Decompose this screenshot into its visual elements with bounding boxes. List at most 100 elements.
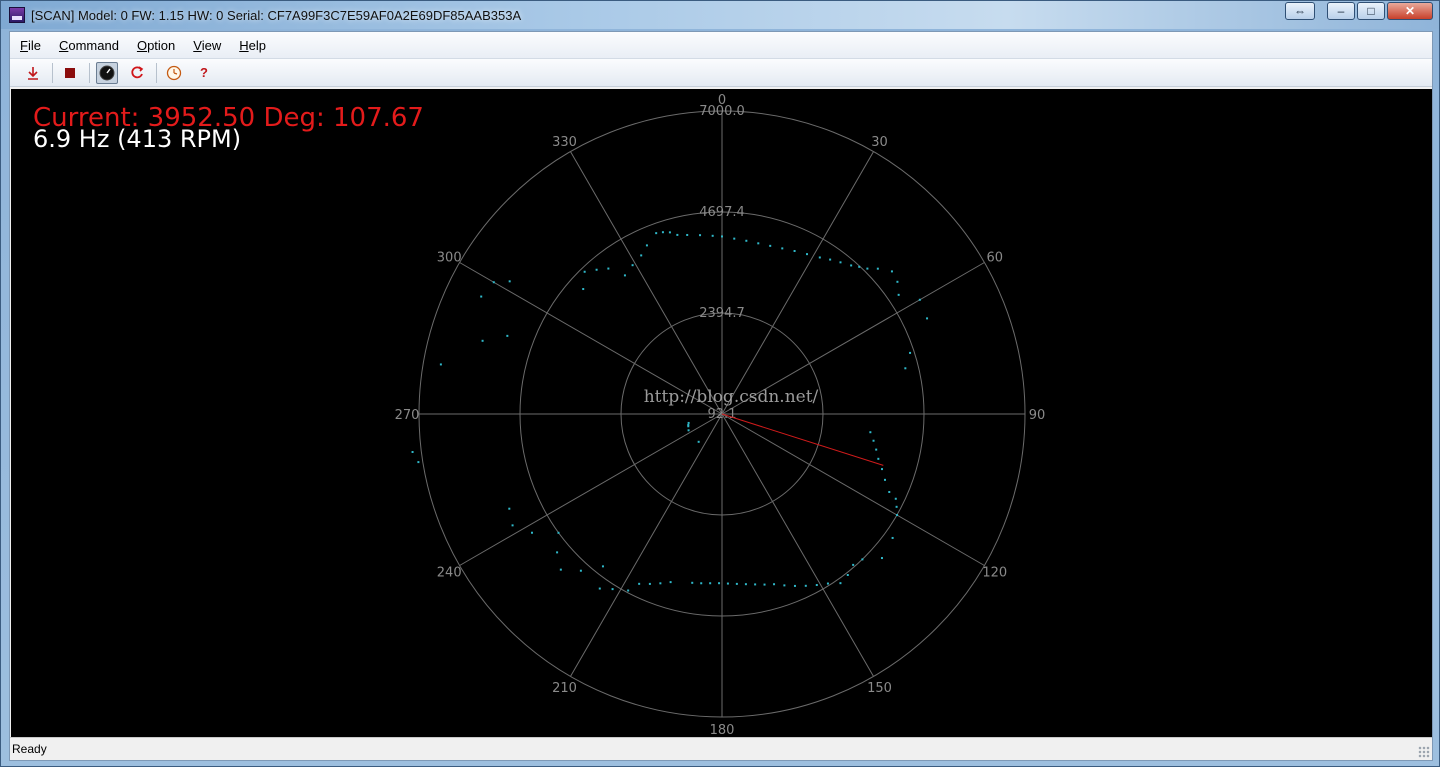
scan-point — [645, 244, 648, 247]
connect-button[interactable] — [22, 62, 44, 84]
scan-point — [757, 242, 760, 245]
resize-toggle-button[interactable]: ⇔ — [1285, 2, 1315, 20]
scan-point — [595, 268, 598, 271]
client-area: File Command Option View Help ? 0 30 60 … — [9, 31, 1433, 761]
scan-point — [839, 261, 842, 264]
scan-point — [659, 582, 662, 585]
scan-point — [676, 233, 679, 236]
scan-point — [556, 551, 559, 554]
scan-point — [511, 524, 514, 527]
help-icon: ? — [200, 65, 208, 80]
clock-button[interactable] — [163, 62, 185, 84]
angle-label: 240 — [437, 566, 462, 581]
scan-point — [883, 478, 886, 481]
angle-label: 300 — [437, 251, 462, 266]
menu-file[interactable]: File — [12, 38, 49, 53]
scan-point — [877, 457, 880, 460]
scan-point — [640, 254, 643, 257]
angle-label: 150 — [867, 681, 892, 696]
menu-command[interactable]: Command — [51, 38, 127, 53]
app-logo-icon — [9, 7, 25, 23]
scan-point — [918, 298, 921, 301]
scan-point — [880, 468, 883, 471]
gauge-button[interactable] — [96, 61, 118, 84]
scan-point — [557, 531, 560, 534]
scan-point — [745, 239, 748, 242]
scan-point — [909, 351, 912, 354]
grid-spoke — [721, 151, 874, 415]
stop-button[interactable] — [59, 62, 81, 84]
menu-option[interactable]: Option — [129, 38, 183, 53]
scan-point — [804, 584, 807, 587]
scan-point — [687, 425, 690, 428]
scan-point — [895, 505, 898, 508]
scan-point — [846, 573, 849, 576]
scan-point — [439, 363, 442, 366]
angle-label: 60 — [987, 251, 1004, 266]
scan-point — [773, 583, 776, 586]
resize-grip-icon[interactable] — [1418, 746, 1430, 758]
angle-label: 90 — [1029, 408, 1046, 423]
scan-point — [839, 582, 842, 585]
scan-point — [492, 281, 495, 284]
menu-view[interactable]: View — [185, 38, 229, 53]
grid-spoke — [459, 413, 723, 566]
title-bar[interactable]: [SCAN] Model: 0 FW: 1.15 HW: 0 Serial: C… — [1, 1, 1439, 29]
scan-point — [579, 569, 582, 572]
scan-point — [896, 514, 899, 517]
status-text: Ready — [12, 742, 47, 756]
scan-point — [530, 531, 533, 534]
help-button[interactable]: ? — [193, 62, 215, 84]
angle-label: 180 — [710, 723, 735, 737]
scan-point — [583, 270, 586, 273]
scan-point — [697, 440, 700, 443]
scan-point — [655, 232, 658, 235]
scan-point — [769, 244, 772, 247]
maximize-button[interactable]: □ — [1357, 2, 1385, 20]
scan-point — [582, 288, 585, 291]
scan-point — [858, 265, 861, 268]
grid-spoke — [570, 413, 723, 677]
scan-point — [648, 582, 651, 585]
watermark-text: http://blog.csdn.net/ — [644, 387, 819, 407]
scan-point — [875, 448, 878, 451]
scan-point — [781, 247, 784, 250]
scan-point — [709, 582, 712, 585]
scan-point — [872, 439, 875, 442]
angle-label: 120 — [982, 566, 1007, 581]
scan-point — [687, 421, 690, 424]
scan-point — [850, 264, 853, 267]
window-title: [SCAN] Model: 0 FW: 1.15 HW: 0 Serial: C… — [31, 7, 522, 23]
grid-spoke — [721, 413, 985, 566]
scan-point — [623, 274, 626, 277]
scan-point — [508, 280, 511, 283]
scan-point — [411, 450, 414, 453]
scan-canvas[interactable]: 0 30 60 90 120 150 180 210 240 270 300 330 92.1 2394… — [11, 89, 1432, 737]
scan-point — [417, 461, 420, 464]
scan-point — [744, 583, 747, 586]
scan-point — [699, 234, 702, 237]
toolbar-separator — [52, 62, 53, 83]
scan-point — [481, 339, 484, 342]
refresh-icon — [131, 65, 144, 78]
stop-icon — [65, 67, 75, 78]
minimize-button[interactable]: – — [1327, 2, 1355, 20]
scan-point — [890, 270, 893, 273]
window-controls: ⇔ – □ ✕ — [1285, 2, 1433, 20]
clock-icon — [166, 65, 182, 80]
scan-point — [904, 367, 907, 370]
scan-point — [691, 581, 694, 584]
scan-point — [793, 249, 796, 252]
radius-label: 2394.7 — [699, 306, 745, 321]
status-bar: Ready — [10, 737, 1432, 760]
menu-help[interactable]: Help — [231, 38, 274, 53]
scan-point — [559, 568, 562, 571]
scan-point — [631, 264, 634, 267]
scan-point — [896, 280, 899, 283]
scan-point — [897, 293, 900, 296]
refresh-button[interactable] — [126, 62, 148, 84]
scan-point — [607, 267, 610, 270]
close-button[interactable]: ✕ — [1387, 2, 1433, 20]
scan-point — [783, 584, 786, 587]
scan-point — [669, 581, 672, 584]
